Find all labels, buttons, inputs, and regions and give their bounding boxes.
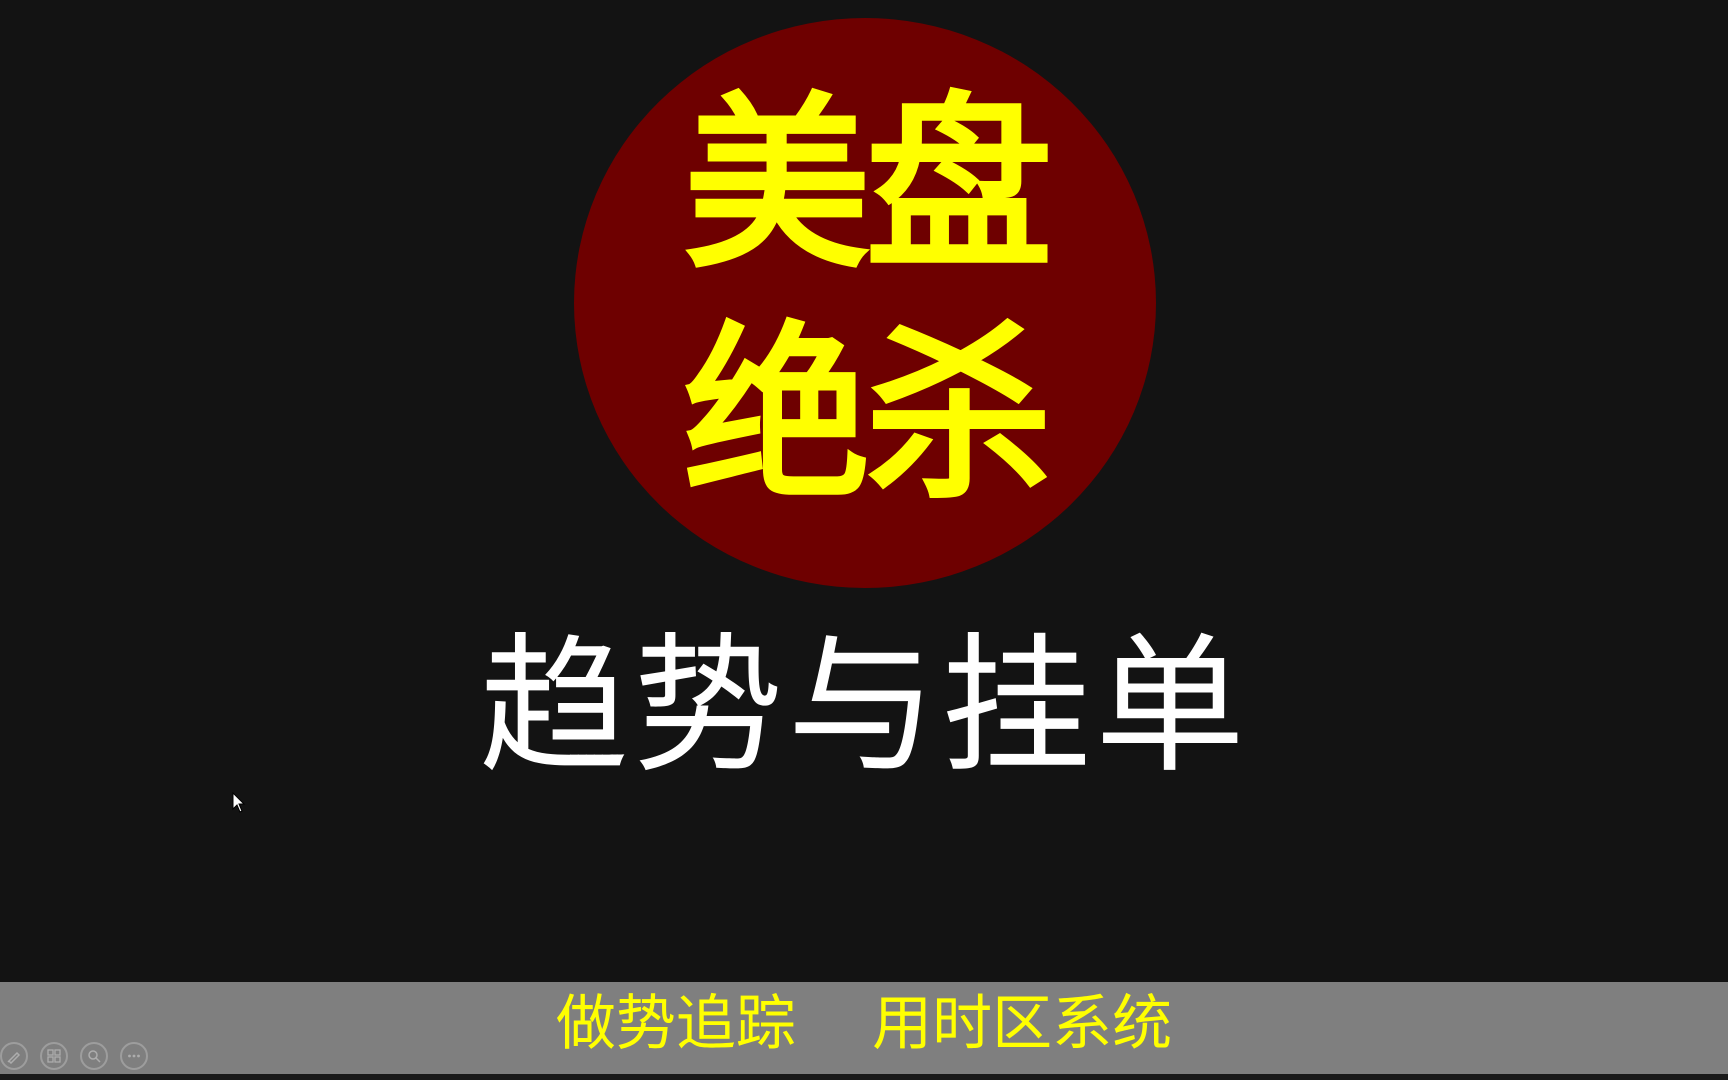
slides-icon	[47, 1049, 61, 1063]
pen-icon	[7, 1051, 21, 1064]
more-icon	[128, 1054, 140, 1058]
zoom-button[interactable]	[80, 1042, 108, 1070]
bottom-banner: 做势追踪 用时区系统	[0, 982, 1728, 1074]
title-line-1: 美盘	[683, 76, 1053, 295]
banner-text: 做势追踪 用时区系统	[555, 989, 1173, 1059]
slides-overview-button[interactable]	[40, 1042, 68, 1070]
more-options-button[interactable]	[120, 1042, 148, 1070]
title-line-2: 绝杀	[683, 306, 1053, 525]
bottom-edge	[0, 1074, 1728, 1080]
pen-tool-button[interactable]	[0, 1042, 28, 1070]
slideshow-toolbar	[0, 1042, 148, 1074]
presentation-slide: 美盘 绝杀 趋势与挂单 做势追踪 用时区系统	[0, 0, 1728, 1080]
mouse-cursor-icon	[232, 792, 246, 813]
zoom-icon	[88, 1050, 101, 1063]
slide-subtitle: 趋势与挂单	[478, 620, 1249, 794]
